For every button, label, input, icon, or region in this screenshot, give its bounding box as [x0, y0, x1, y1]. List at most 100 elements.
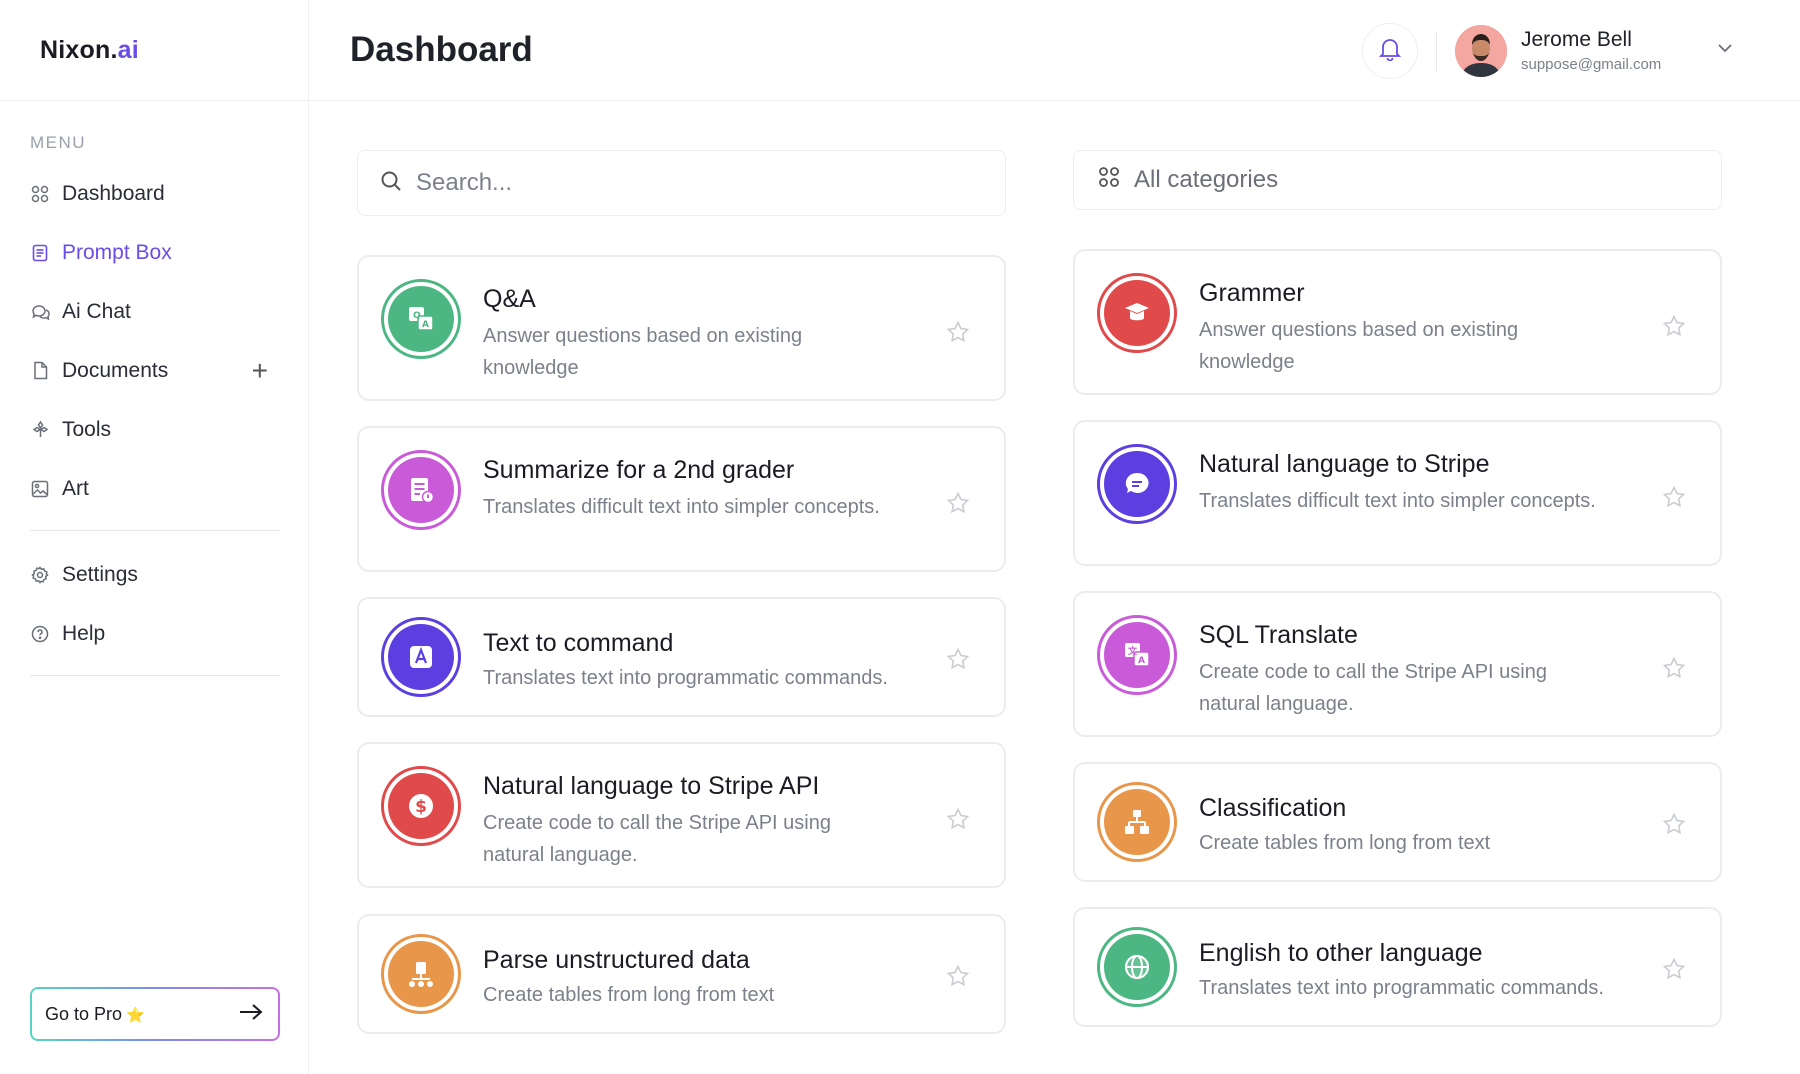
- brand-name: Nixon.: [40, 35, 118, 64]
- sidebar-divider: [30, 530, 280, 531]
- document-list-icon: [30, 243, 50, 263]
- card-icon-badge: [381, 934, 461, 1014]
- card-title: Classification: [1199, 794, 1347, 822]
- menu-label: MENU: [30, 133, 87, 152]
- star-emoji-icon: ⭐: [126, 1006, 145, 1024]
- sidebar-item-label: Art: [62, 476, 89, 500]
- category-select[interactable]: All categories: [1073, 150, 1722, 210]
- letter-a-icon: [388, 624, 454, 690]
- image-icon: [30, 479, 50, 499]
- star-icon[interactable]: [946, 491, 970, 520]
- sidebar-item-prompt-box[interactable]: Prompt Box: [30, 223, 280, 282]
- user-email: suppose@gmail.com: [1521, 56, 1662, 73]
- search-box: [357, 150, 1006, 216]
- card-title: English to other language: [1199, 939, 1483, 967]
- translate-icon: QA: [388, 286, 454, 352]
- search-icon: [380, 170, 402, 197]
- grid-icon: [1098, 166, 1120, 195]
- chevron-down-icon[interactable]: [1717, 40, 1733, 58]
- card-icon-badge: [1097, 444, 1177, 524]
- search-input[interactable]: [416, 169, 976, 197]
- svg-text:A: A: [422, 320, 429, 330]
- card-icon-badge: QA: [381, 279, 461, 359]
- grid-icon: [30, 184, 50, 204]
- notifications-button[interactable]: [1362, 23, 1418, 79]
- star-icon[interactable]: [1662, 656, 1686, 685]
- card-title: Text to command: [483, 629, 674, 657]
- prompt-card-parse-data[interactable]: Parse unstructured data Create tables fr…: [357, 914, 1006, 1034]
- card-icon-badge: [1097, 273, 1177, 353]
- svg-text:A: A: [1138, 656, 1145, 666]
- card-description: Translates text into programmatic comman…: [483, 667, 888, 689]
- card-description: Translates text into programmatic comman…: [1199, 977, 1604, 999]
- sidebar-divider: [30, 675, 280, 676]
- sidebar-item-label: Settings: [62, 562, 138, 586]
- sidebar-item-ai-chat[interactable]: Ai Chat: [30, 282, 280, 341]
- card-description: Translates difficult text into simpler c…: [483, 496, 880, 518]
- chat-icon: [30, 302, 50, 322]
- sidebar-item-dashboard[interactable]: Dashboard: [30, 164, 280, 223]
- prompt-card-stripe-api[interactable]: $ Natural language to Stripe API Create …: [357, 742, 1006, 888]
- sidebar-item-label: Ai Chat: [62, 299, 131, 323]
- prompt-card-english-translate[interactable]: English to other language Translates tex…: [1073, 907, 1722, 1027]
- star-icon[interactable]: [1662, 957, 1686, 986]
- card-description: Translates difficult text into simpler c…: [1199, 490, 1596, 512]
- prompt-card-stripe[interactable]: Natural language to Stripe Translates di…: [1073, 420, 1722, 566]
- message-icon: [1104, 451, 1170, 517]
- card-title: SQL Translate: [1199, 621, 1358, 649]
- go-to-pro-label: Go to Pro: [45, 1003, 123, 1024]
- sidebar-item-documents[interactable]: Documents +: [30, 341, 280, 400]
- go-to-pro-inner: Go to Pro ⭐: [32, 989, 278, 1039]
- svg-text:文: 文: [1127, 645, 1138, 657]
- file-icon: [30, 361, 50, 381]
- org-chart-icon: [1104, 789, 1170, 855]
- card-description: Create code to call the Stripe API using…: [1199, 661, 1547, 715]
- card-icon-badge: [1097, 927, 1177, 1007]
- card-icon-badge: 文A: [1097, 615, 1177, 695]
- prompt-card-classification[interactable]: Classification Create tables from long f…: [1073, 762, 1722, 882]
- bell-icon: [1378, 37, 1402, 66]
- brand-logo[interactable]: Nixon. ai: [0, 0, 308, 101]
- card-icon-badge: $: [381, 766, 461, 846]
- user-name: Jerome Bell: [1521, 28, 1632, 51]
- globe-icon: [1104, 934, 1170, 1000]
- sidebar-item-label: Help: [62, 621, 106, 645]
- sidebar-item-art[interactable]: Art: [30, 459, 280, 518]
- card-description: Answer questions based on existing knowl…: [1199, 319, 1519, 373]
- add-document-button[interactable]: +: [252, 356, 268, 385]
- help-icon: [30, 624, 50, 644]
- card-title: Parse unstructured data: [483, 946, 750, 974]
- brand-accent: ai: [117, 35, 139, 64]
- summary-icon: [388, 457, 454, 523]
- prompt-card-qa[interactable]: QA Q&A Answer questions based on existin…: [357, 255, 1006, 401]
- star-icon[interactable]: [946, 964, 970, 993]
- prompt-card-grammer[interactable]: Grammer Answer questions based on existi…: [1073, 249, 1722, 395]
- sidebar-item-label: Documents: [62, 358, 169, 382]
- card-description: Create tables from long from text: [483, 984, 775, 1006]
- sidebar-item-settings[interactable]: Settings: [30, 545, 280, 604]
- go-to-pro-button[interactable]: Go to Pro ⭐: [30, 987, 280, 1041]
- prompt-card-sql-translate[interactable]: 文A SQL Translate Create code to call the…: [1073, 591, 1722, 737]
- card-title: Grammer: [1199, 279, 1305, 307]
- sidebar-item-help[interactable]: Help: [30, 604, 280, 663]
- graduation-icon: [1104, 280, 1170, 346]
- avatar[interactable]: [1455, 25, 1507, 77]
- gear-icon: [30, 565, 50, 585]
- star-icon[interactable]: [1662, 314, 1686, 343]
- card-icon-badge: [1097, 782, 1177, 862]
- star-icon[interactable]: [1662, 812, 1686, 841]
- card-description: Answer questions based on existing knowl…: [483, 325, 803, 379]
- card-title: Natural language to Stripe: [1199, 450, 1490, 478]
- prompt-card-text-to-command[interactable]: Text to command Translates text into pro…: [357, 597, 1006, 717]
- prompt-card-summarize[interactable]: Summarize for a 2nd grader Translates di…: [357, 426, 1006, 572]
- star-icon[interactable]: [946, 807, 970, 836]
- header-divider: [1436, 31, 1437, 71]
- star-icon[interactable]: [946, 320, 970, 349]
- card-icon-badge: [381, 450, 461, 530]
- star-icon[interactable]: [946, 647, 970, 676]
- arrow-right-icon: [238, 1000, 264, 1028]
- translate-icon: 文A: [1104, 622, 1170, 688]
- sidebar-item-tools[interactable]: Tools: [30, 400, 280, 459]
- star-icon[interactable]: [1662, 485, 1686, 514]
- dollar-icon: $: [388, 773, 454, 839]
